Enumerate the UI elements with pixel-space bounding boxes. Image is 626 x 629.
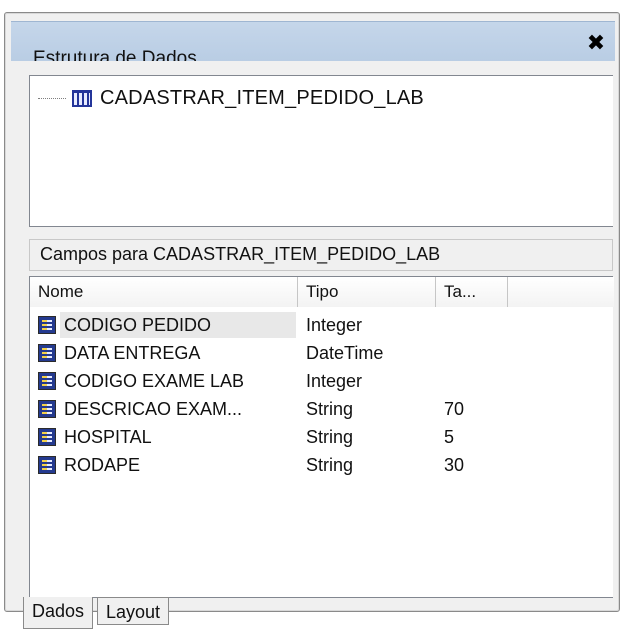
fields-header-bar: Campos para CADASTRAR_ITEM_PEDIDO_LAB <box>29 239 613 271</box>
fields-label: Campos para CADASTRAR_ITEM_PEDIDO_LAB <box>40 244 441 264</box>
table-row[interactable]: CODIGO EXAME LAB Integer <box>30 367 613 395</box>
close-icon: ✖ <box>586 31 606 56</box>
tree-item[interactable]: CADASTRAR_ITEM_PEDIDO_LAB <box>38 84 424 112</box>
tree-connector <box>38 97 66 99</box>
table-row[interactable]: DESCRICAO EXAM... String 70 <box>30 395 613 423</box>
field-icon <box>38 316 56 334</box>
title-bar[interactable]: Estrutura de Dados ✖ <box>11 21 615 61</box>
table-row[interactable]: DATA ENTREGA DateTime <box>30 339 613 367</box>
tab-layout[interactable]: Layout <box>97 597 170 625</box>
tab-dados[interactable]: Dados <box>23 597 94 629</box>
field-type: String <box>306 455 354 475</box>
field-type: Integer <box>306 371 363 391</box>
tab-strip: Dados Layout <box>23 597 619 629</box>
field-name: DATA ENTREGA <box>64 343 201 363</box>
list-header: Nome Tipo Ta... <box>30 277 614 307</box>
tree-item-label: CADASTRAR_ITEM_PEDIDO_LAB <box>100 86 424 109</box>
field-type: DateTime <box>306 343 384 363</box>
table-row[interactable]: HOSPITAL String 5 <box>30 423 613 451</box>
field-size: 30 <box>444 455 465 475</box>
column-header-nome[interactable]: Nome <box>30 277 298 307</box>
field-name: RODAPE <box>64 455 141 475</box>
field-type: String <box>306 399 354 419</box>
field-size: 5 <box>444 427 455 447</box>
data-structure-window: Estrutura de Dados ✖ CADASTRAR_ITEM_PEDI… <box>4 12 620 629</box>
field-icon <box>38 400 56 418</box>
window-title: Estrutura de Dados <box>33 48 197 61</box>
field-icon <box>38 344 56 362</box>
field-type: String <box>306 427 354 447</box>
field-size: 70 <box>444 399 465 419</box>
field-type: Integer <box>306 315 363 335</box>
close-button[interactable]: ✖ <box>583 32 609 58</box>
tree-view[interactable]: CADASTRAR_ITEM_PEDIDO_LAB <box>29 75 613 227</box>
column-header-tipo[interactable]: Tipo <box>298 277 436 307</box>
field-name: CODIGO PEDIDO <box>64 315 212 335</box>
field-name: HOSPITAL <box>64 427 152 447</box>
column-header-empty[interactable] <box>508 277 614 307</box>
table-row[interactable]: CODIGO PEDIDO Integer <box>30 311 613 339</box>
table-icon <box>72 89 92 107</box>
fields-list[interactable]: Nome Tipo Ta... CODIGO PEDIDO Integer DA… <box>29 276 614 598</box>
field-name: CODIGO EXAME LAB <box>64 371 245 391</box>
column-header-tamanho[interactable]: Ta... <box>436 277 508 307</box>
field-icon <box>38 456 56 474</box>
field-name: DESCRICAO EXAM... <box>64 399 243 419</box>
table-row[interactable]: RODAPE String 30 <box>30 451 613 479</box>
field-icon <box>38 428 56 446</box>
field-icon <box>38 372 56 390</box>
